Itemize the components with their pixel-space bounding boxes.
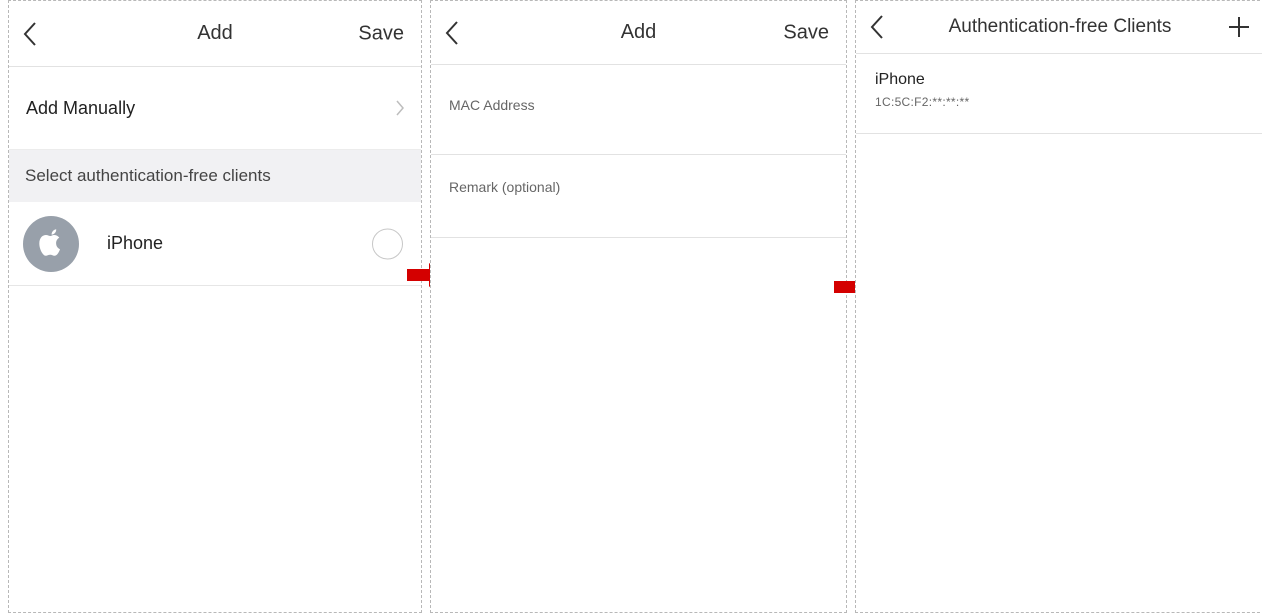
chevron-left-icon (870, 15, 883, 39)
remark-input[interactable] (449, 179, 809, 195)
add-manually-label: Add Manually (26, 97, 136, 118)
page-title: Add (197, 22, 233, 44)
chevron-right-icon (396, 100, 404, 116)
back-button[interactable] (23, 19, 45, 49)
navbar: Add Save (431, 1, 846, 65)
add-button[interactable] (1226, 14, 1252, 40)
add-manually-row[interactable]: Add Manually (9, 67, 421, 150)
back-button[interactable] (870, 12, 892, 42)
remark-field-row (431, 155, 846, 238)
add-manually-screen: Add Save (430, 0, 847, 613)
save-button[interactable]: Save (358, 22, 404, 45)
page-title: Add (620, 21, 657, 43)
add-client-screen: Add Save Add Manually Select authenticat… (8, 0, 422, 613)
client-name: iPhone (107, 233, 164, 253)
navbar: Authentication-free Clients (856, 1, 1262, 54)
chevron-left-icon (23, 21, 36, 46)
save-button[interactable]: Save (783, 21, 829, 44)
client-select-radio[interactable] (372, 228, 403, 259)
mac-address-input[interactable] (449, 97, 809, 113)
authentication-free-clients-screen: Authentication-free Clients iPhone 1C:5C… (855, 0, 1262, 613)
back-button[interactable] (445, 18, 467, 48)
page-title: Authentication-free Clients (948, 16, 1172, 37)
apple-icon (39, 228, 60, 256)
section-header: Select authentication-free clients (9, 150, 421, 202)
client-list-item[interactable]: iPhone 1C:5C:F2:**:**:** (856, 54, 1262, 134)
client-mac-address: 1C:5C:F2:**:**:** (875, 95, 970, 109)
client-avatar (23, 215, 79, 272)
navbar: Add Save (9, 1, 421, 67)
chevron-left-icon (445, 20, 458, 45)
client-row[interactable]: iPhone (9, 202, 421, 286)
mac-address-field-row (431, 65, 846, 155)
client-name: iPhone (875, 71, 925, 88)
plus-icon (1229, 17, 1249, 37)
